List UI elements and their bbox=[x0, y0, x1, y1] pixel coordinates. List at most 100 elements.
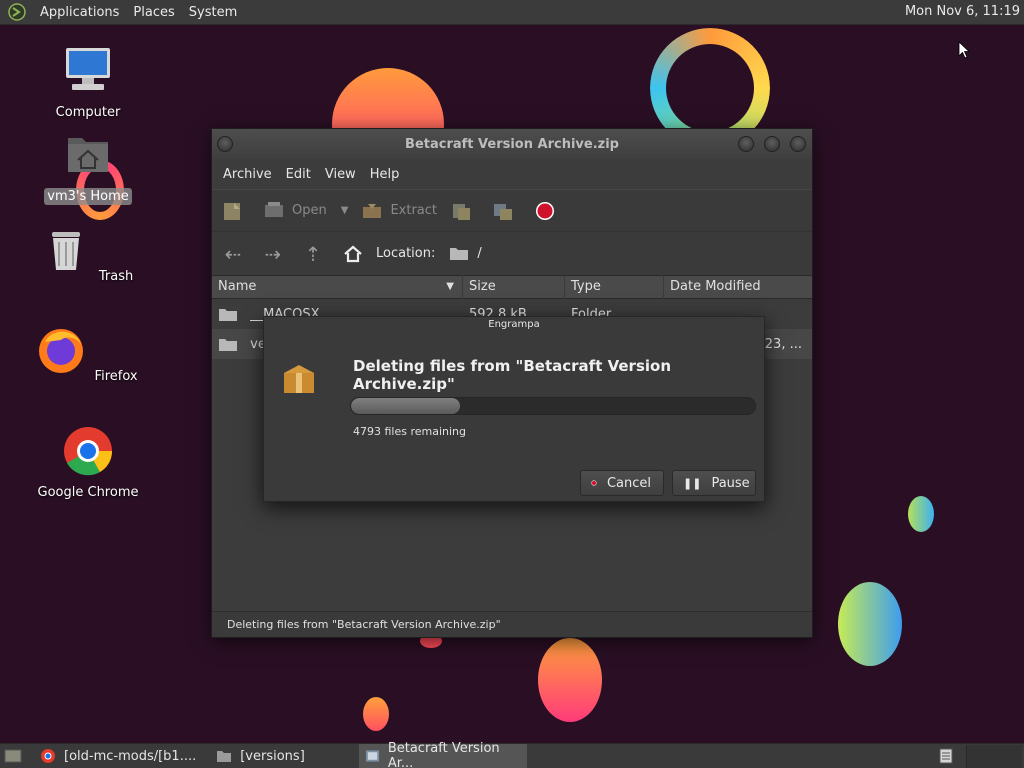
menu-help[interactable]: Help bbox=[363, 167, 407, 182]
window-title: Betacraft Version Archive.zip bbox=[405, 136, 619, 152]
cancel-label: Cancel bbox=[606, 475, 651, 491]
stop-icon bbox=[536, 201, 554, 220]
extract-label: Extract bbox=[390, 203, 437, 218]
mouse-cursor-icon bbox=[958, 41, 970, 59]
extract-button[interactable]: Extract bbox=[360, 200, 437, 222]
menubar: Archive Edit View Help bbox=[212, 159, 812, 189]
clock[interactable]: Mon Nov 6, 11:19 bbox=[905, 4, 1020, 19]
files-remaining-text: 4793 files remaining bbox=[353, 425, 467, 438]
column-name-label: Name bbox=[218, 279, 257, 294]
open-label: Open bbox=[292, 203, 327, 218]
taskbar-item-label: [old-mc-mods/[b1.... bbox=[64, 748, 197, 764]
desktop-icon-chrome[interactable]: Google Chrome bbox=[28, 424, 148, 501]
desktop-icon-firefox[interactable]: Firefox bbox=[28, 324, 148, 385]
minimize-button[interactable] bbox=[738, 136, 754, 152]
folder-icon bbox=[219, 338, 237, 351]
applications-menu[interactable]: Applications bbox=[33, 5, 126, 20]
bottom-panel: [old-mc-mods/[b1.... [versions] Betacraf… bbox=[0, 741, 1024, 768]
wallpaper-shape bbox=[538, 638, 602, 722]
trash-icon bbox=[51, 232, 80, 270]
forward-arrow-icon[interactable]: ⇢ bbox=[262, 243, 284, 265]
folder-icon bbox=[450, 248, 469, 260]
stop-button[interactable] bbox=[533, 200, 563, 222]
column-size-label: Size bbox=[469, 279, 496, 294]
add-files-icon bbox=[453, 203, 470, 220]
cancel-button[interactable]: Cancel bbox=[580, 470, 664, 496]
chrome-icon bbox=[64, 427, 113, 476]
desktop-icon-label: vm3's Home bbox=[44, 188, 132, 205]
window-titlebar[interactable]: Betacraft Version Archive.zip bbox=[212, 129, 812, 159]
desktop-icon-computer[interactable]: Computer bbox=[28, 44, 148, 121]
toolbar: Open ▼ Extract bbox=[212, 189, 812, 231]
folder-icon bbox=[217, 751, 232, 762]
progress-bar bbox=[350, 397, 756, 415]
home-icon[interactable] bbox=[342, 243, 364, 265]
location-label: Location: bbox=[376, 246, 436, 261]
wallpaper-shape bbox=[363, 697, 389, 731]
sort-down-icon: ▼ bbox=[446, 281, 454, 292]
add-folder-icon bbox=[494, 203, 512, 220]
location-path-text: / bbox=[477, 246, 482, 261]
taskbar-item-label: Betacraft Version Ar... bbox=[387, 741, 500, 768]
show-desktop-icon bbox=[4, 749, 22, 763]
dialog-title[interactable]: Engrampa bbox=[264, 317, 764, 333]
pause-button[interactable]: ❚❚ Pause bbox=[672, 470, 756, 496]
workspace-pager[interactable] bbox=[966, 745, 1022, 768]
add-folder-button[interactable] bbox=[491, 200, 521, 222]
open-button[interactable]: Open ▼ bbox=[262, 200, 348, 222]
menu-edit[interactable]: Edit bbox=[279, 167, 318, 182]
status-bar: Deleting files from "Betacraft Version A… bbox=[212, 611, 812, 637]
taskbar-item-chrome[interactable]: [old-mc-mods/[b1.... bbox=[34, 744, 202, 768]
pause-icon: ❚❚ bbox=[683, 476, 702, 490]
wallpaper-shape bbox=[908, 496, 934, 532]
desktop-icon-home[interactable]: vm3's Home bbox=[28, 128, 148, 205]
top-panel: Applications Places System Mon Nov 6, 11… bbox=[0, 0, 1024, 25]
taskbar-item-archive[interactable]: Betacraft Version Ar... bbox=[358, 741, 527, 768]
taskbar-item-label: [versions] bbox=[240, 748, 305, 764]
system-menu[interactable]: System bbox=[182, 5, 244, 20]
maximize-button[interactable] bbox=[764, 136, 780, 152]
window-menu-button[interactable] bbox=[217, 136, 233, 152]
pause-label: Pause bbox=[711, 475, 750, 491]
menu-view[interactable]: View bbox=[318, 167, 363, 182]
open-icon bbox=[265, 201, 283, 217]
new-archive-icon bbox=[224, 202, 240, 220]
desktop-icon-label: Computer bbox=[55, 105, 121, 120]
back-arrow-icon[interactable]: ⇠ bbox=[222, 243, 244, 265]
progress-dialog: Engrampa Deleting files from "Betacraft … bbox=[263, 316, 765, 502]
progress-fill bbox=[351, 398, 461, 414]
dialog-heading: Deleting files from "Betacraft Version A… bbox=[353, 357, 672, 393]
location-bar: ⇠ ⇢ ⇡ Location: / bbox=[212, 231, 812, 275]
column-type[interactable]: Type bbox=[565, 275, 664, 299]
column-name[interactable]: Name ▼ bbox=[212, 275, 463, 299]
column-date[interactable]: Date Modified bbox=[664, 275, 810, 299]
list-header: Name ▼ Size Type Date Modified bbox=[212, 275, 812, 299]
stop-icon bbox=[591, 480, 597, 486]
chevron-down-icon[interactable]: ▼ bbox=[341, 205, 349, 216]
computer-icon bbox=[66, 48, 110, 90]
archive-icon bbox=[365, 750, 379, 762]
desktop-icon-trash[interactable]: Trash bbox=[28, 224, 148, 285]
desktop-icon-label: Trash bbox=[98, 269, 134, 284]
location-path[interactable]: / bbox=[449, 246, 482, 261]
column-type-label: Type bbox=[571, 279, 601, 294]
taskbar-item-folder[interactable]: [versions] bbox=[210, 744, 311, 768]
desktop-icon-label: Google Chrome bbox=[37, 485, 139, 500]
desktop-icon-label: Firefox bbox=[94, 369, 138, 384]
archive-package-icon bbox=[284, 365, 314, 393]
new-archive-button[interactable] bbox=[220, 200, 250, 222]
column-date-label: Date Modified bbox=[670, 279, 761, 294]
extract-icon bbox=[363, 203, 382, 218]
mate-logo-icon[interactable] bbox=[7, 2, 27, 22]
up-arrow-icon[interactable]: ⇡ bbox=[302, 243, 324, 265]
firefox-icon bbox=[39, 329, 84, 373]
column-size[interactable]: Size bbox=[463, 275, 565, 299]
close-button[interactable] bbox=[790, 136, 806, 152]
show-desktop-button[interactable] bbox=[0, 744, 26, 768]
places-menu[interactable]: Places bbox=[126, 5, 181, 20]
workspace-switcher-icon[interactable] bbox=[938, 748, 954, 764]
folder-icon bbox=[219, 308, 237, 321]
wallpaper-shape bbox=[838, 582, 902, 666]
menu-archive[interactable]: Archive bbox=[216, 167, 279, 182]
add-files-button[interactable] bbox=[449, 200, 479, 222]
